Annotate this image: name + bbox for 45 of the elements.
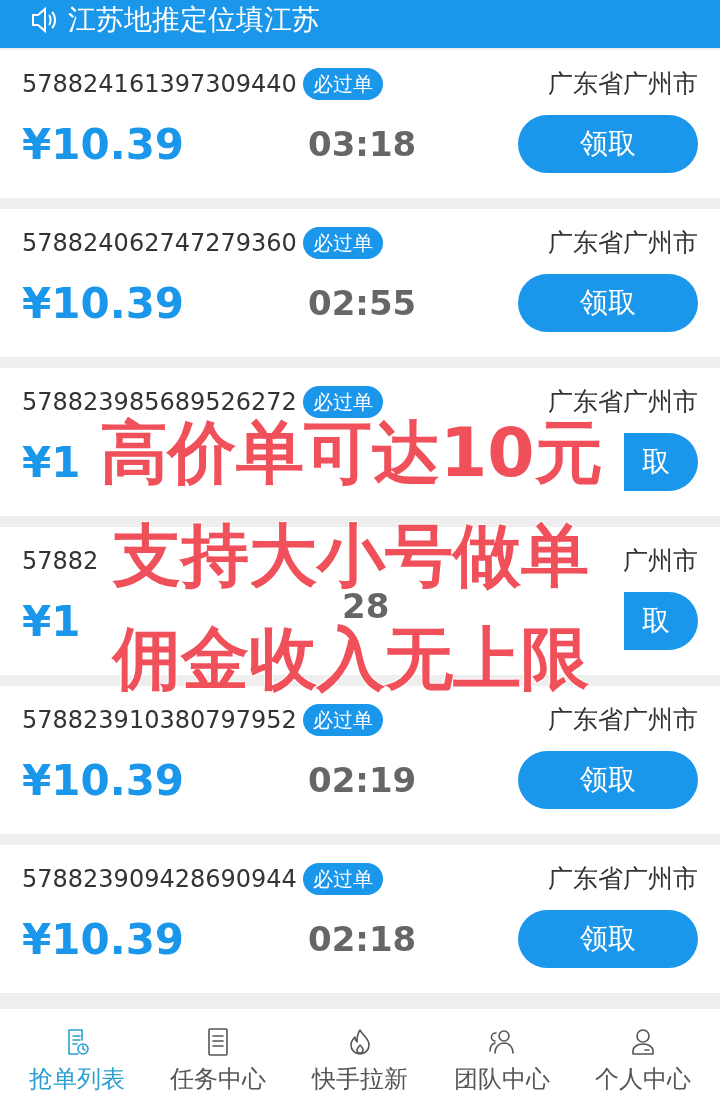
order-tag: 必过单 [302, 863, 383, 895]
order-number: 578824062747279360 [22, 228, 297, 259]
location-text: 广东省广州市 [548, 386, 698, 419]
claim-button[interactable]: 领取 [518, 910, 698, 968]
nav-tab[interactable]: 团队中心 [453, 1027, 550, 1097]
claim-button[interactable]: 取 [624, 592, 698, 650]
price-text: ¥1 [22, 595, 81, 648]
order-tag: 必过单 [302, 386, 383, 418]
claim-button[interactable]: 取 [624, 433, 698, 491]
countdown-text: 02:18 [308, 922, 417, 956]
price-text: ¥10.39 [22, 913, 185, 966]
order-number: 578824161397309440 [22, 69, 297, 100]
order-number: 578823910380797952 [22, 705, 297, 736]
nav-tab[interactable]: 快手拉新 [312, 1027, 408, 1097]
order-tag: 必过单 [302, 68, 383, 100]
order-tag: 必过单 [302, 704, 383, 736]
nav-tab[interactable]: 抢单列表 [28, 1027, 125, 1097]
price-text: ¥10.39 [22, 277, 185, 330]
location-text: 广东省广州市 [548, 68, 698, 101]
people-icon [486, 1027, 517, 1057]
price-text: ¥10.39 [22, 118, 185, 171]
nav-tab[interactable]: 任务中心 [170, 1027, 267, 1097]
order-number: 578823909428690944 [22, 864, 297, 895]
countdown-text: 02:19 [308, 763, 417, 797]
location-text: 广州市 [623, 545, 698, 578]
countdown-text: 02:55 [308, 286, 417, 320]
promo-text: 高价单可达10元 [100, 417, 603, 489]
price-text: ¥1 [22, 436, 81, 489]
order-tag: 必过单 [302, 227, 383, 259]
countdown-text: 03:18 [308, 127, 417, 161]
speaker-icon [30, 6, 58, 34]
claim-button[interactable]: 领取 [518, 274, 698, 332]
promo-text: 佣金收入无上限 [113, 623, 590, 695]
countdown-text: 28 [342, 589, 390, 623]
order-number: 57882 [22, 546, 99, 577]
location-text: 广东省广州市 [548, 863, 698, 896]
location-text: 广东省广州市 [548, 704, 698, 737]
claim-button[interactable]: 领取 [518, 751, 698, 809]
claim-button[interactable]: 领取 [518, 115, 698, 173]
promo-text: 支持大小号做单 [113, 520, 590, 592]
location-text: 广东省广州市 [548, 227, 698, 260]
order-number: 578823985689526272 [22, 387, 297, 417]
nav-tab[interactable]: 个人中心 [595, 1027, 692, 1097]
notice-text: 江苏地推定位填江苏 [68, 4, 320, 36]
price-text: ¥10.39 [22, 754, 185, 807]
